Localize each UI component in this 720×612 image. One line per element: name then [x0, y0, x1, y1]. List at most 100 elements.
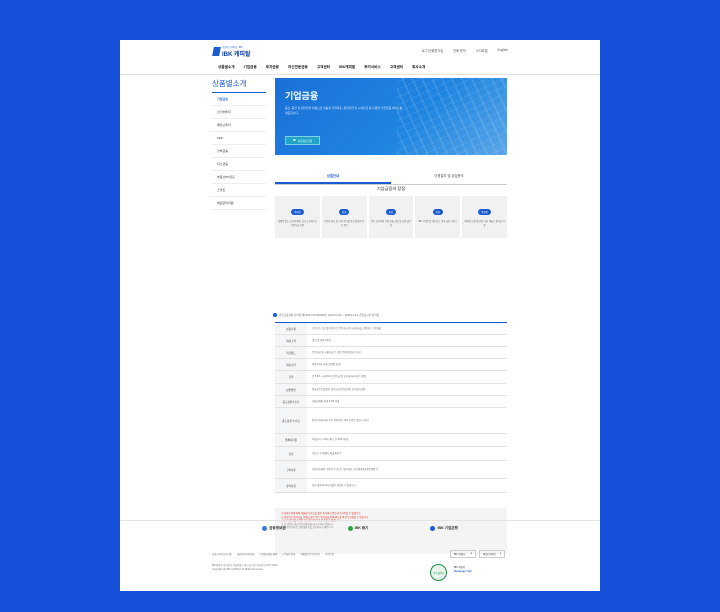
table-row: 유의사항 심사 결과에 따라 대출이 제한될 수 있습니다.	[275, 479, 507, 493]
features-list: 특장점 경쟁력 있는 금리와 빠른 심사 프로세스로 기업자금 지원 장점 다양…	[275, 196, 507, 238]
util-english-link[interactable]: English	[498, 48, 508, 53]
footer-link[interactable]: 이메일무단수집거부	[300, 552, 320, 556]
side-nav-item-corporate[interactable]: 기업금융	[212, 93, 266, 106]
table-cell: 잔여기간에 따라 차등 적용되며, 세부 사항은 상담 시 안내	[312, 418, 369, 422]
feature-badge: 특장점	[291, 209, 304, 215]
table-header-cell: 중도상환 수수료	[275, 408, 307, 433]
synergy-title: Synergy Up!	[454, 568, 472, 573]
consult-button-label: 상품상담신청	[297, 139, 313, 143]
affiliate-select-value: IBK 계열사	[454, 553, 466, 556]
page: 기업이 신뢰하는 IBK IBK 캐피탈 로그인/회원가입 전화 문의 사이트맵…	[120, 40, 600, 591]
table-header-cell: 대출기간	[275, 359, 307, 370]
table-row: 상품소개 신용 또는 담보를 바탕으로 운전자금 및 시설자금을 지원하는 기업…	[275, 323, 507, 335]
table-row: 담보 부동산, 기계설비, 매출채권 등	[275, 447, 507, 461]
side-nav-item[interactable]: 리스금융	[212, 158, 266, 171]
partner-name: 금융정보원	[269, 526, 286, 530]
side-nav-item[interactable]: 스마트	[212, 184, 266, 197]
building-graphic	[397, 78, 507, 155]
footer-link[interactable]: 금융소비자보호기준	[212, 552, 232, 556]
gnb-item[interactable]: 상품별소개	[218, 65, 235, 70]
table-header-cell: 상품소개	[275, 323, 307, 334]
feature-badge: 장점	[339, 209, 350, 215]
table-row: 대출기간 최장 10년 이내 (상품별 상이)	[275, 359, 507, 371]
partner-mark	[430, 526, 436, 531]
partner-name: IBK 중기	[354, 526, 369, 530]
logo[interactable]: 기업이 신뢰하는 IBK IBK 캐피탈	[212, 45, 251, 58]
feature-badge: 특장점	[478, 209, 491, 215]
util-login-link[interactable]: 로그인/회원가입	[422, 48, 443, 53]
table-header-cell: 대상고객	[275, 335, 307, 346]
feature-card: 특장점 경쟁력 있는 금리와 빠른 심사 프로세스로 기업자금 지원	[275, 196, 320, 238]
info-icon	[273, 313, 277, 317]
gnb-item[interactable]: 고객센터	[317, 65, 330, 70]
banner-title: 기업금융	[285, 91, 319, 101]
footer-address: IBK캐피탈 주식회사 서울특별시 중구 을지로 대표번호 1577-0000 …	[212, 564, 277, 571]
gnb-item[interactable]: IBK캐피탈	[339, 65, 355, 70]
gnb-item[interactable]: 회사소개	[412, 65, 425, 70]
footer-link[interactable]: 개인정보처리방침	[237, 552, 255, 556]
feature-text: 다양한 담보 및 신용 평가를 통한 맞춤형 한도 제공	[323, 221, 365, 227]
gnb-item[interactable]: 기업금융	[244, 65, 257, 70]
affiliate-select[interactable]: IBK 계열사 ▾	[450, 550, 476, 558]
side-nav-title: 상품별소개	[212, 78, 266, 93]
table-row: 대상고객 법인 및 개인사업자	[275, 335, 507, 347]
footer-link[interactable]: 신용정보활용체제	[259, 552, 277, 556]
gnb-item[interactable]: 여신전문금융	[288, 65, 308, 70]
footer-selects: IBK 계열사 ▾ 패밀리사이트 ▾	[450, 550, 505, 558]
table-row: 연체이자율 약정금리 + 3%p (최고 연 20% 이내)	[275, 434, 507, 447]
footer-link[interactable]: 사이트맵	[325, 552, 334, 556]
table-row: 자금용도 운전자금 및 시설자금 등 사업 운영에 필요한 자금	[275, 347, 507, 359]
product-tabs: 상품안내 이용절차 및 상담문의	[275, 170, 507, 185]
side-nav-item[interactable]: 할부금융	[212, 145, 266, 158]
phone-icon: ☎	[292, 139, 296, 142]
gnb-item[interactable]: 부가서비스	[364, 65, 381, 70]
consult-button[interactable]: ☎ 상품상담신청	[285, 136, 320, 145]
feature-card: 장점 IBK 기업은행 네트워크 연계 금융 서비스	[415, 196, 461, 238]
table-cell: 운전자금 및 시설자금 등 사업 운영에 필요한 자금	[312, 350, 361, 354]
feature-card: 특장점 비대면 신청 및 간편 서류 제출로 편리한 이용	[462, 196, 507, 238]
family-site-select-value: 패밀리사이트	[483, 553, 497, 556]
table-header-cell: 상환방법	[275, 384, 307, 395]
gnb-item[interactable]: 투자금융	[266, 65, 279, 70]
table-cell: 부동산, 기계설비, 매출채권 등	[312, 451, 342, 455]
table-cell: 최장 10년 이내 (상품별 상이)	[312, 362, 341, 366]
side-nav-item[interactable]: 메자닌투자	[212, 119, 266, 132]
table-cell: 심사 결과에 따라 대출이 제한될 수 있습니다.	[312, 483, 357, 487]
util-phone-link[interactable]: 전화 문의	[453, 48, 466, 53]
banner-description: 중소, 중견 및 대기업을 대상으로 맞춤형 기업대출, 운전자금 및 시설자금…	[285, 106, 403, 115]
side-nav-item[interactable]: PEF	[212, 132, 266, 145]
side-nav-item[interactable]: 채권관리지원	[212, 197, 266, 210]
feature-text: 전문 심사역의 기업 맞춤 상담 및 금융 솔루션	[370, 221, 412, 227]
partner-logo[interactable]: 금융정보원	[262, 526, 286, 531]
gnb-item[interactable]: 고객센터	[390, 65, 403, 70]
side-nav: 상품별소개 기업금융 신기술투자 메자닌투자 PEF 할부금융 리스금융 부동산…	[212, 78, 266, 210]
family-site-select[interactable]: 패밀리사이트 ▾	[479, 550, 505, 558]
features-title: 기업금융의 장점	[376, 186, 406, 191]
table-cell: 신용 또는 담보를 바탕으로 운전자금 및 시설자금을 지원하는 기업대출	[312, 326, 382, 330]
tab-procedure[interactable]: 이용절차 및 상담문의	[391, 170, 507, 184]
logo-title: IBK 캐피탈	[222, 52, 251, 58]
feature-badge: 장점	[385, 209, 397, 215]
partner-logo[interactable]: IBK 기업은행	[430, 526, 458, 531]
partner-mark	[347, 526, 353, 531]
synergy-logo: IBK 계열사 Synergy Up!	[454, 566, 472, 573]
chevron-down-icon: ▾	[470, 552, 472, 555]
hero-banner: 기업금융 중소, 중견 및 대기업을 대상으로 맞춤형 기업대출, 운전자금 및…	[275, 78, 507, 155]
tab-product-info[interactable]: 상품안내	[275, 170, 391, 184]
nav-divider	[120, 74, 600, 75]
footer-divider	[120, 520, 600, 521]
side-nav-item[interactable]: 부동산PF대출	[212, 171, 266, 184]
table-row: 중도상환 수수료 잔여기간에 따라 차등 적용되며, 세부 사항은 상담 시 안…	[275, 408, 507, 434]
partner-logo[interactable]: IBK 중기	[347, 526, 369, 531]
table-header-cell: 담보	[275, 447, 307, 460]
partner-logos: 금융정보원 IBK 중기 IBK 기업은행	[120, 526, 600, 531]
footer-link[interactable]: 고객권리안내	[282, 552, 295, 556]
table-cell: 원금균등분할상환, 원리금균등분할상환, 만기일시상환	[312, 387, 366, 391]
table-header-cell: 구비서류	[275, 461, 307, 478]
side-nav-item[interactable]: 신기술투자	[212, 106, 266, 119]
table-header-cell: 유의사항	[275, 479, 307, 492]
util-sitemap-link[interactable]: 사이트맵	[476, 48, 488, 53]
warning-box: ※ 상환능력에 비해 대출금이 과도할 경우 귀사의 신용등급이 하락할 수 있…	[275, 508, 507, 554]
table-header-cell: 자금용도	[275, 347, 307, 358]
table-header-cell: 연체이자율	[275, 434, 307, 446]
